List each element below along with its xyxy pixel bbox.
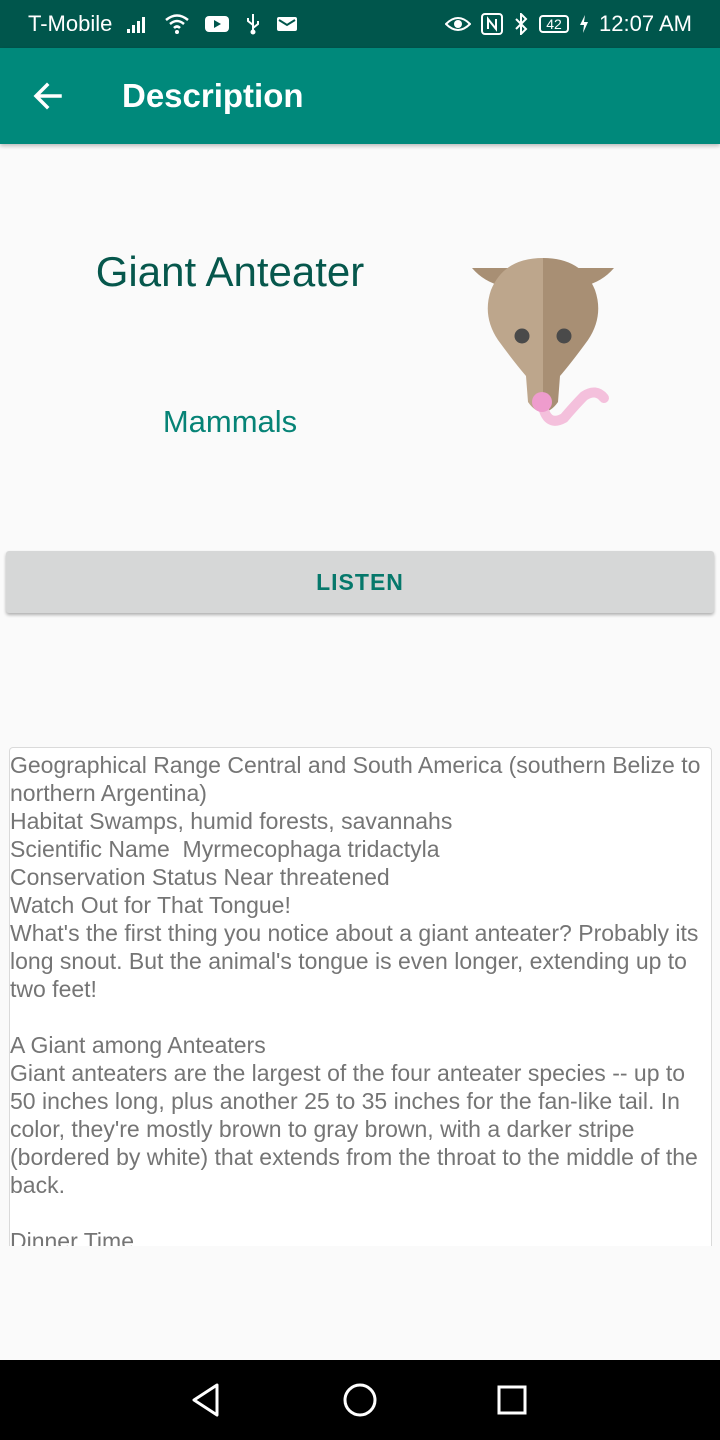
- clock: 12:07 AM: [599, 11, 692, 36]
- eye-icon: [445, 14, 472, 34]
- recents-square-icon: [496, 1384, 528, 1416]
- carrier-name: T-Mobile: [28, 11, 113, 36]
- wifi-icon: [164, 13, 190, 35]
- nav-recents-button[interactable]: [472, 1360, 552, 1440]
- animal-category: Mammals: [162, 404, 298, 439]
- page-title: Description: [122, 77, 304, 114]
- youtube-icon: [204, 14, 230, 34]
- home-circle-icon: [342, 1382, 378, 1418]
- usb-icon: [244, 13, 262, 35]
- back-triangle-icon: [190, 1382, 222, 1418]
- back-arrow-icon: [32, 80, 64, 112]
- signal-icon: [126, 14, 150, 34]
- nav-home-button[interactable]: [320, 1360, 400, 1440]
- battery-icon: 42: [539, 15, 570, 33]
- anteater-icon: [466, 252, 620, 432]
- app-bar: Description: [0, 48, 720, 144]
- bluetooth-icon: [513, 13, 529, 35]
- nav-bar: [0, 1360, 720, 1440]
- status-right: 42 12:07 AM: [445, 11, 692, 37]
- status-bar: T-Mobile 42 12:07 AM: [0, 0, 720, 48]
- description-box[interactable]: Geographical Range Central and South Ame…: [9, 747, 712, 1246]
- charging-icon: [579, 14, 589, 34]
- nav-back-button[interactable]: [166, 1360, 246, 1440]
- back-button[interactable]: [0, 48, 96, 144]
- description-text: Geographical Range Central and South Ame…: [10, 752, 701, 1246]
- status-left: T-Mobile: [28, 11, 445, 37]
- animal-name: Giant Anteater: [95, 248, 365, 295]
- nfc-icon: [481, 13, 504, 35]
- listen-button[interactable]: LISTEN: [6, 551, 714, 613]
- mail-icon: [276, 15, 298, 33]
